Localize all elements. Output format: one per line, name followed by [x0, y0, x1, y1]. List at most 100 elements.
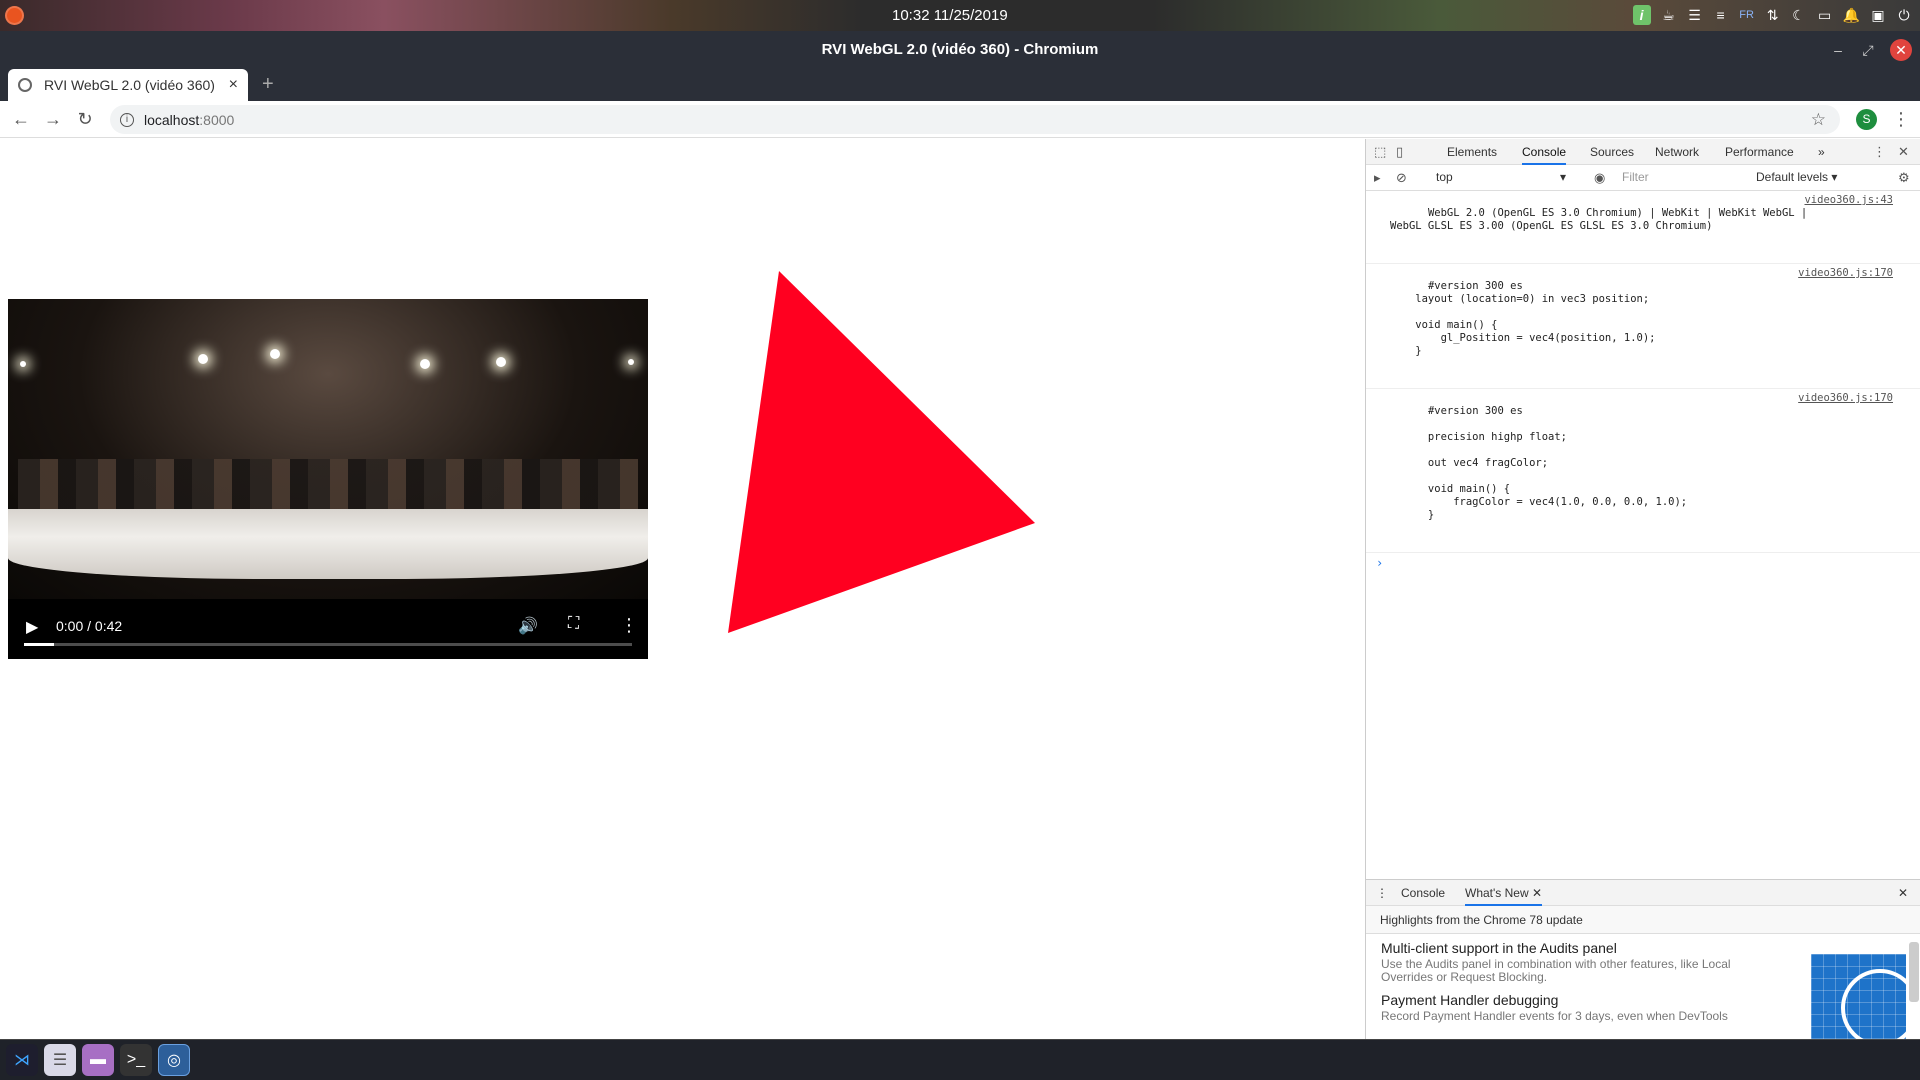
console-filter-input[interactable]: Filter	[1622, 170, 1649, 184]
close-tab-icon[interactable]: ✕	[1532, 886, 1542, 900]
tab-elements[interactable]: Elements	[1447, 139, 1497, 165]
info-icon[interactable]: i	[1632, 5, 1651, 25]
network-icon[interactable]: ⇅	[1765, 7, 1781, 24]
video-progress-fill	[24, 643, 55, 646]
vscode-icon[interactable]: ⋊	[6, 1044, 38, 1076]
new-tab-button[interactable]: +	[262, 73, 274, 96]
workspace-icon[interactable]: ▣	[1870, 7, 1886, 24]
play-icon[interactable]: ▶	[26, 617, 38, 637]
log-source-link[interactable]: video360.js:170	[1798, 392, 1893, 405]
devtools-drawer: ⋮ Console What's New ✕ ✕ Highlights from…	[1366, 879, 1920, 1040]
drawer-tab-whats-new[interactable]: What's New ✕	[1465, 880, 1543, 906]
system-tray: i ☕ ☰ ≡ FR ⇅ ☾ ▭ 🔔 ▣ ⏻	[1632, 5, 1912, 25]
coffee-icon[interactable]: ☕	[1661, 7, 1677, 24]
top-panel: 10:32 11/25/2019 i ☕ ☰ ≡ FR ⇅ ☾ ▭ 🔔 ▣ ⏻	[0, 0, 1920, 31]
log-source-link[interactable]: video360.js:170	[1798, 267, 1893, 280]
power-icon[interactable]: ⏻	[1896, 7, 1912, 24]
console-toolbar: ▸ ⊘ top ▾ ◉ Filter Default levels ▾ ⚙	[1366, 165, 1920, 191]
video-player[interactable]: ▶ 0:00 / 0:42 🔊 ⛶ ⋮	[8, 299, 648, 659]
drawer-menu-icon[interactable]: ⋮	[1376, 880, 1388, 906]
url-host: localhost	[144, 111, 200, 128]
maximize-button[interactable]: ⤢	[1858, 40, 1878, 60]
drawer-tab-console[interactable]: Console	[1401, 880, 1445, 906]
inspect-element-icon[interactable]: ⬚	[1374, 144, 1386, 160]
tab-title: RVI WebGL 2.0 (vidéo 360)	[44, 77, 215, 93]
profile-avatar[interactable]: S	[1856, 109, 1877, 130]
clock[interactable]: 10:32 11/25/2019	[892, 7, 1008, 24]
red-triangle	[728, 271, 1035, 633]
audits-thumbnail-image	[1811, 954, 1919, 1040]
console-settings-gear-icon[interactable]: ⚙	[1898, 170, 1910, 186]
fullscreen-icon[interactable]: ⛶	[568, 615, 579, 633]
drawer-tab-label: What's New	[1465, 886, 1529, 900]
log-message: WebGL 2.0 (OpenGL ES 3.0 Chromium) | Web…	[1390, 207, 1808, 232]
scrollbar[interactable]	[1909, 942, 1919, 1002]
context-select[interactable]: top ▾	[1436, 170, 1566, 184]
log-source-link[interactable]: video360.js:43	[1804, 194, 1893, 207]
browser-tab[interactable]: RVI WebGL 2.0 (vidéo 360) ×	[8, 69, 248, 101]
drawer-close-icon[interactable]: ✕	[1898, 880, 1908, 906]
video-controls: ▶ 0:00 / 0:42 🔊 ⛶ ⋮	[8, 599, 648, 659]
files-icon[interactable]: ▬	[82, 1044, 114, 1076]
night-mode-icon[interactable]: ☾	[1791, 7, 1807, 24]
forward-arrow-icon[interactable]: →	[42, 109, 64, 130]
reload-icon[interactable]: ↻	[74, 109, 96, 130]
url-port: :8000	[199, 111, 235, 128]
devtools-close-icon[interactable]: ✕	[1898, 144, 1909, 160]
tab-strip: RVI WebGL 2.0 (vidéo 360) × +	[0, 69, 1920, 101]
video-frame	[8, 299, 648, 599]
news-item[interactable]: Payment Handler debugging Record Payment…	[1381, 992, 1781, 1023]
log-entry: #version 300 es precision highp float; o…	[1366, 389, 1920, 553]
list-icon[interactable]: ☰	[1687, 7, 1703, 24]
bookmark-star-icon[interactable]: ☆	[1811, 110, 1826, 130]
folder-icon[interactable]: ▭	[1817, 7, 1833, 24]
tab-sources[interactable]: Sources	[1590, 139, 1634, 165]
keyboard-layout[interactable]: FR	[1739, 9, 1755, 21]
tab-performance[interactable]: Performance	[1725, 139, 1794, 165]
devtools-menu-icon[interactable]: ⋮	[1873, 144, 1886, 160]
tab-close-icon[interactable]: ×	[229, 76, 238, 94]
dinner-table	[8, 509, 648, 579]
tab-network[interactable]: Network	[1655, 139, 1699, 165]
more-options-icon[interactable]: ⋮	[620, 615, 638, 636]
news-description: Use the Audits panel in combination with…	[1381, 957, 1731, 984]
globe-icon	[18, 78, 32, 92]
volume-icon[interactable]: 🔊	[518, 616, 538, 636]
context-value: top	[1436, 170, 1453, 184]
news-item[interactable]: Multi-client support in the Audits panel…	[1381, 940, 1781, 984]
menu-icon[interactable]: ≡	[1713, 7, 1729, 23]
webgl-canvas	[728, 271, 1035, 633]
clear-console-icon[interactable]: ⊘	[1396, 170, 1407, 186]
more-tabs-icon[interactable]: »	[1818, 139, 1825, 165]
window-titlebar: RVI WebGL 2.0 (vidéo 360) - Chromium – ⤢…	[0, 31, 1920, 69]
news-title[interactable]: Multi-client support in the Audits panel	[1381, 940, 1781, 956]
devtools-tabbar: ⬚ ▯ Elements Console Sources Network Per…	[1366, 139, 1920, 165]
address-bar[interactable]: i localhost :8000 ☆	[110, 105, 1840, 134]
chromium-icon[interactable]: ◎	[158, 1044, 190, 1076]
ubuntu-logo-icon[interactable]	[5, 6, 24, 25]
site-info-icon[interactable]: i	[120, 112, 134, 127]
device-toolbar-icon[interactable]: ▯	[1396, 144, 1403, 160]
minimize-button[interactable]: –	[1828, 40, 1848, 60]
notification-bell-icon[interactable]: 🔔	[1843, 7, 1860, 24]
browser-toolbar: ← → ↻ i localhost :8000 ☆ S ⋮	[0, 101, 1920, 138]
video-time: 0:00 / 0:42	[56, 618, 123, 634]
console-prompt[interactable]: ›	[1366, 553, 1920, 574]
eye-icon[interactable]: ◉	[1594, 170, 1605, 186]
whats-new-highlights: Highlights from the Chrome 78 update	[1366, 906, 1920, 934]
news-description: Record Payment Handler events for 3 days…	[1381, 1009, 1728, 1023]
tab-console[interactable]: Console	[1522, 139, 1567, 165]
browser-menu-icon[interactable]: ⋮	[1892, 109, 1910, 130]
terminal-icon[interactable]: >_	[120, 1044, 152, 1076]
sidebar-toggle-icon[interactable]: ▸	[1374, 170, 1381, 186]
ceiling-lights	[8, 329, 648, 369]
close-window-button[interactable]: ✕	[1890, 39, 1912, 61]
back-arrow-icon[interactable]: ←	[10, 109, 32, 130]
news-title[interactable]: Payment Handler debugging	[1381, 992, 1781, 1008]
log-message: #version 300 es layout (location=0) in v…	[1415, 280, 1656, 357]
settings-app-icon[interactable]: ☰	[44, 1044, 76, 1076]
whats-new-list: Multi-client support in the Audits panel…	[1366, 934, 1920, 1040]
log-levels-select[interactable]: Default levels ▾	[1756, 170, 1837, 184]
video-progress-bar[interactable]	[24, 643, 632, 646]
log-message: #version 300 es precision highp float; o…	[1427, 405, 1688, 521]
